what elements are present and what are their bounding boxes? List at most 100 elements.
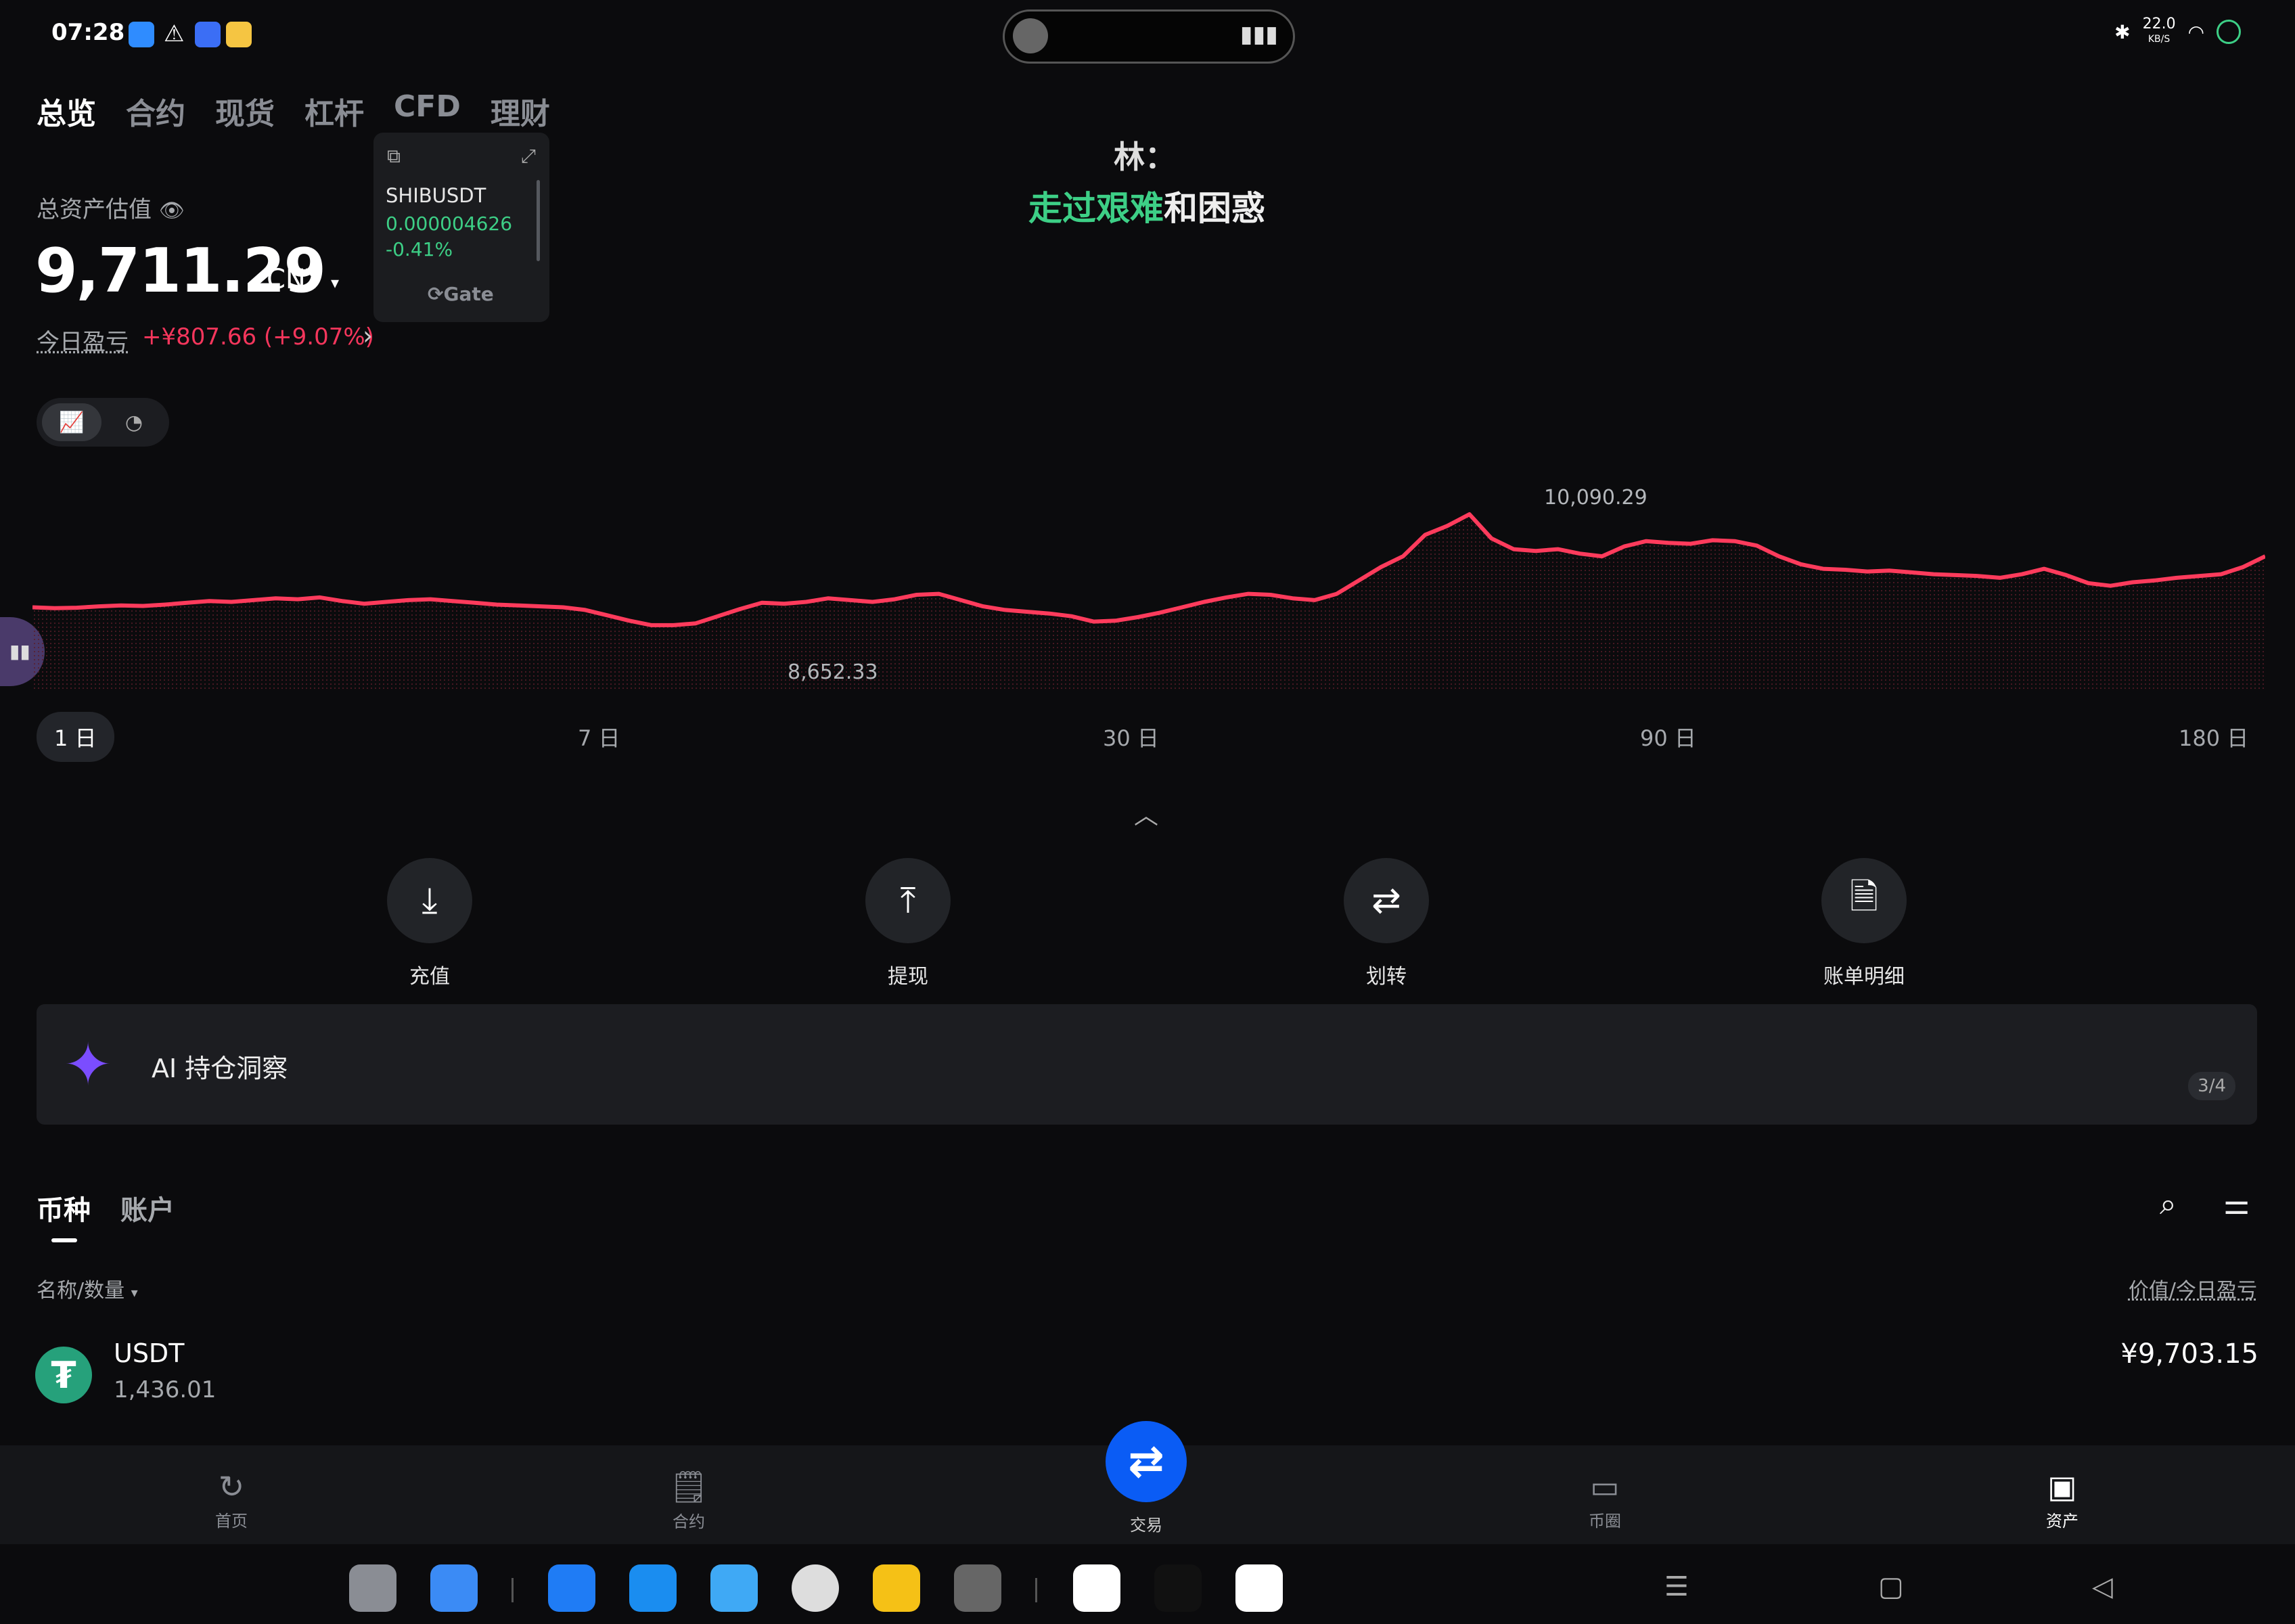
lyric-rest: 和困惑 (1164, 189, 1265, 228)
transfer-icon: ⇄ (1344, 858, 1429, 943)
dock-separator (512, 1578, 514, 1602)
total-assets-label: 总资产估值 👁 (37, 191, 185, 224)
app-notification-icon (226, 22, 252, 47)
network-speed-unit: KB/S (2148, 34, 2171, 45)
chart-max-label: 10,090.29 (1544, 486, 1648, 510)
tab-accounts[interactable]: 账户 (120, 1188, 175, 1227)
transfer-label: 划转 (1366, 965, 1407, 989)
tab-margin[interactable]: 杠杆 (304, 89, 364, 133)
document-icon: 🗎 (1821, 858, 1907, 943)
asset-chart (32, 512, 2265, 690)
dock-separator (1035, 1578, 1037, 1602)
nav-futures[interactable]: 🗒 合约 (621, 1468, 756, 1532)
chart-type-toggle: 📈 ◔ (37, 398, 169, 447)
coin-qty: 1,436.01 (114, 1376, 217, 1403)
pie-chart-icon[interactable]: ◔ (104, 403, 164, 441)
system-dock: ☰ ▢ ◁ (0, 1544, 2295, 1624)
tab-cfd[interactable]: CFD (394, 89, 461, 133)
usdt-icon: ₮ (35, 1347, 92, 1403)
ai-insight-card[interactable]: ✦ AI 持仓洞察 3/4 (37, 1004, 2257, 1125)
widget-price: 0.000004626 (386, 212, 513, 235)
total-label-text: 总资产估值 (37, 196, 152, 223)
chevron-right-icon[interactable]: › (363, 321, 373, 351)
tab-underline (51, 1238, 77, 1242)
chart-min-label: 8,652.33 (788, 660, 878, 684)
download-icon: ⤓ (387, 858, 472, 943)
bluetooth-icon: ✱ (2114, 20, 2131, 43)
tab-overview[interactable]: 总览 (37, 89, 96, 133)
eye-icon[interactable]: 👁 (159, 199, 185, 223)
futures-icon: 🗒 (668, 1468, 709, 1505)
filter-icon[interactable]: ⚌ (2223, 1187, 2250, 1221)
range-7d[interactable]: 7 日 (578, 721, 620, 752)
files-app-icon[interactable] (430, 1564, 478, 1612)
nav-square-label: 币圈 (1589, 1512, 1621, 1531)
ai-card-page-indicator: 3/4 (2188, 1072, 2235, 1100)
back-icon[interactable]: ◁ (2092, 1571, 2113, 1602)
range-1d[interactable]: 1 日 (37, 712, 114, 762)
range-30d[interactable]: 30 日 (1103, 721, 1159, 752)
today-pnl-value: +¥807.66 (+9.07%) (142, 323, 374, 351)
settings-app-icon[interactable] (954, 1564, 1001, 1612)
lyric-highlight: 走过艰难 (1028, 189, 1164, 228)
gallery-app-icon[interactable] (710, 1564, 758, 1612)
app-notification-icon (195, 22, 221, 47)
upload-icon: ⤒ (865, 858, 951, 943)
gate-app-icon[interactable] (1235, 1564, 1283, 1612)
nav-square[interactable]: ▭ 币圈 (1537, 1468, 1673, 1531)
audio-wave-icon: ▮▮▮ (1240, 21, 1278, 48)
home-icon: ↻ (218, 1468, 245, 1505)
search-icon[interactable]: ⌕ (2160, 1187, 2177, 1221)
trade-label: 交易 (1130, 1516, 1162, 1535)
tiktok-app-icon[interactable] (1154, 1564, 1202, 1612)
bill-details-button[interactable]: 🗎 账单明细 (1820, 858, 1908, 989)
range-180d[interactable]: 180 日 (2179, 721, 2248, 752)
dynamic-island[interactable]: ▮▮▮ (1003, 9, 1295, 64)
currency-label: CNY (267, 264, 323, 295)
file-manager-app-icon[interactable] (629, 1564, 677, 1612)
nav-home-label: 首页 (215, 1512, 248, 1531)
today-pnl-label[interactable]: 今日盈亏 (37, 323, 129, 357)
currency-selector[interactable]: CNY ▾ (267, 264, 339, 295)
pip-icon[interactable]: ⧉ (387, 145, 401, 168)
transfer-button[interactable]: ⇄ 划转 (1342, 858, 1430, 989)
coin-name[interactable]: USDT (114, 1338, 184, 1368)
home-square-icon[interactable]: ▢ (1878, 1571, 1904, 1602)
trade-button[interactable]: ⇄ (1106, 1421, 1187, 1502)
app-grid-icon[interactable] (349, 1564, 396, 1612)
handle-icon: ▮▮ (9, 640, 30, 662)
tab-coins[interactable]: 币种 (37, 1188, 91, 1227)
camera-app-icon[interactable] (792, 1564, 839, 1612)
tab-futures[interactable]: 合约 (126, 89, 185, 133)
nav-assets[interactable]: ▣ 资产 (1995, 1468, 2130, 1531)
withdraw-button[interactable]: ⤒ 提现 (864, 858, 952, 989)
widget-symbol: SHIBUSDT (386, 184, 486, 207)
floating-price-widget[interactable]: ⧉ ⤢ SHIBUSDT 0.000004626 -0.41% ⟳Gate (373, 133, 549, 322)
deposit-button[interactable]: ⤓ 充值 (386, 858, 474, 989)
menu-icon[interactable]: ☰ (1664, 1571, 1689, 1602)
wifi-icon: ◠ (2187, 20, 2204, 43)
withdraw-label: 提现 (888, 965, 928, 989)
range-90d[interactable]: 90 日 (1640, 721, 1696, 752)
list-header-name[interactable]: 名称/数量 ▾ (37, 1273, 138, 1303)
browser-app-icon[interactable] (548, 1564, 595, 1612)
line-chart-icon[interactable]: 📈 (42, 403, 101, 441)
nav-futures-label: 合约 (673, 1512, 705, 1531)
music-app-icon[interactable] (1073, 1564, 1120, 1612)
music-avatar-icon (1013, 18, 1048, 53)
widget-scrollbar[interactable] (537, 180, 540, 261)
gate-logo: ⟳Gate (428, 283, 494, 305)
warning-icon: ⚠ (164, 20, 185, 47)
nav-home[interactable]: ↻ 首页 (164, 1468, 299, 1531)
list-header-value[interactable]: 价值/今日盈亏 (2129, 1273, 2257, 1303)
expand-icon[interactable]: ⤢ (521, 145, 536, 168)
battery-icon (2217, 20, 2241, 44)
network-speed: 22.0 KB/S (2143, 17, 2176, 46)
lyric-line-1: 林： (1114, 139, 1176, 175)
caret-down-icon: ▾ (331, 273, 340, 292)
tab-spot[interactable]: 现货 (215, 89, 275, 133)
chevron-up-icon[interactable]: ︿ (1134, 796, 1158, 831)
notes-app-icon[interactable] (873, 1564, 920, 1612)
coin-value: ¥9,703.15 (2120, 1338, 2258, 1370)
tab-earn[interactable]: 理财 (491, 89, 550, 133)
